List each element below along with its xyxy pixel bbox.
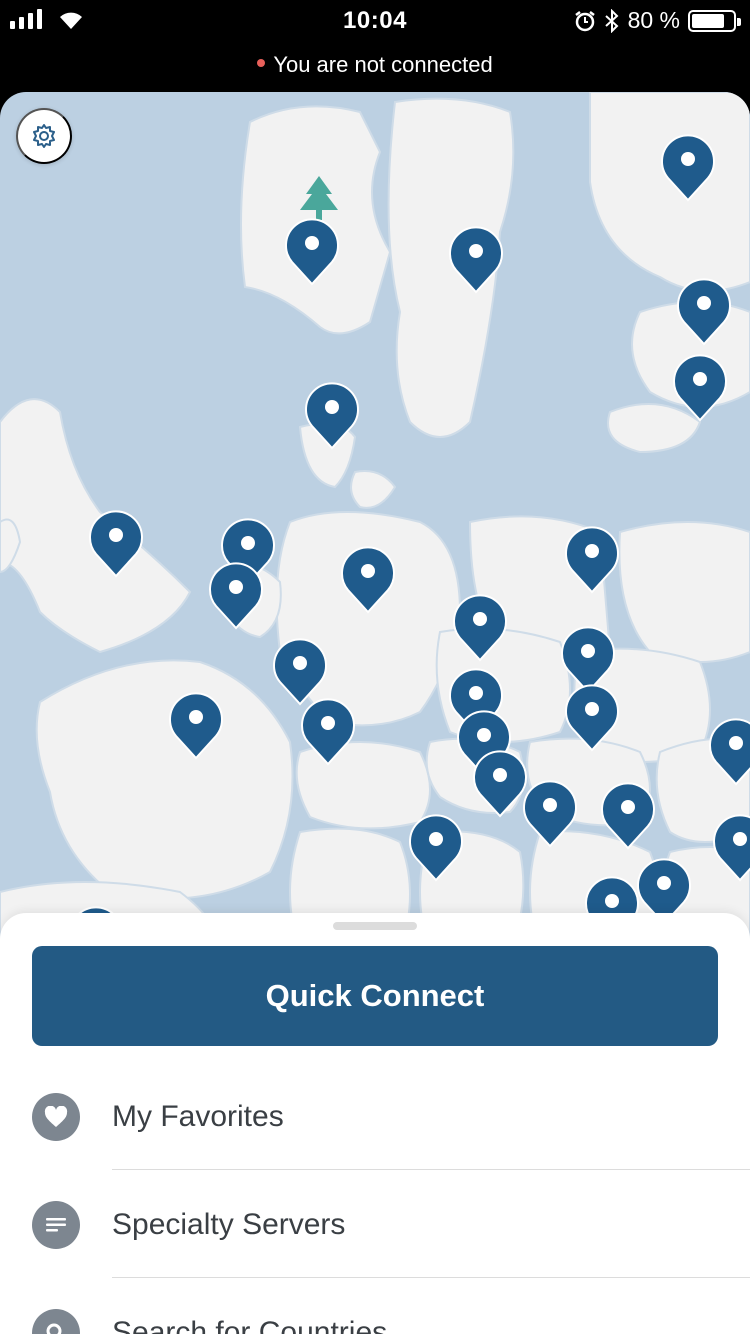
location-pin-icon[interactable]: [708, 716, 750, 786]
location-pin-icon[interactable]: [522, 778, 578, 848]
list-icon: [32, 1201, 80, 1249]
menu-item-search-countries[interactable]: Search for Countries: [0, 1279, 750, 1334]
location-pin-icon[interactable]: [712, 812, 750, 882]
location-pin-icon[interactable]: [448, 224, 504, 294]
menu-item-label: My Favorites: [112, 1100, 284, 1133]
location-pin-icon[interactable]: [564, 682, 620, 752]
location-pin-icon[interactable]: [300, 696, 356, 766]
server-map[interactable]: [0, 92, 750, 952]
divider: [112, 1277, 750, 1278]
bluetooth-icon: [604, 8, 619, 33]
divider: [112, 1169, 750, 1170]
heart-icon: [32, 1093, 80, 1141]
location-pin-icon[interactable]: [672, 352, 728, 422]
menu-item-favorites[interactable]: My Favorites: [0, 1063, 750, 1171]
connection-status: You are not connected: [0, 52, 750, 78]
location-pin-icon[interactable]: [340, 544, 396, 614]
menu-item-label: Specialty Servers: [112, 1208, 346, 1241]
menu-item-specialty-servers[interactable]: Specialty Servers: [0, 1171, 750, 1279]
battery-icon: [688, 9, 741, 32]
sheet-handle[interactable]: [333, 922, 417, 930]
quick-connect-button[interactable]: Quick Connect: [32, 946, 718, 1046]
connection-status-text: You are not connected: [273, 52, 493, 77]
location-pin-icon[interactable]: [408, 812, 464, 882]
location-pin-icon[interactable]: [676, 276, 732, 346]
location-pin-icon[interactable]: [284, 216, 340, 286]
location-pin-icon[interactable]: [208, 560, 264, 630]
location-pin-icon[interactable]: [168, 690, 224, 760]
status-dot: [257, 59, 266, 68]
alarm-icon: [574, 10, 595, 31]
location-pin-icon[interactable]: [304, 380, 360, 450]
menu-item-label: Search for Countries: [112, 1316, 388, 1334]
settings-button[interactable]: [16, 108, 72, 164]
location-pin-icon[interactable]: [660, 132, 716, 202]
search-icon: [32, 1309, 80, 1334]
location-pin-icon[interactable]: [88, 508, 144, 578]
status-bar: 10:04 80 %: [0, 0, 750, 42]
gear-icon: [33, 124, 55, 148]
location-pin-icon[interactable]: [472, 748, 528, 818]
bottom-sheet: Quick Connect My Favorites Specialty Ser…: [0, 913, 750, 1334]
location-pin-icon[interactable]: [600, 780, 656, 850]
location-pin-icon[interactable]: [452, 592, 508, 662]
battery-percent: 80 %: [627, 7, 680, 33]
location-pin-icon[interactable]: [564, 524, 620, 594]
